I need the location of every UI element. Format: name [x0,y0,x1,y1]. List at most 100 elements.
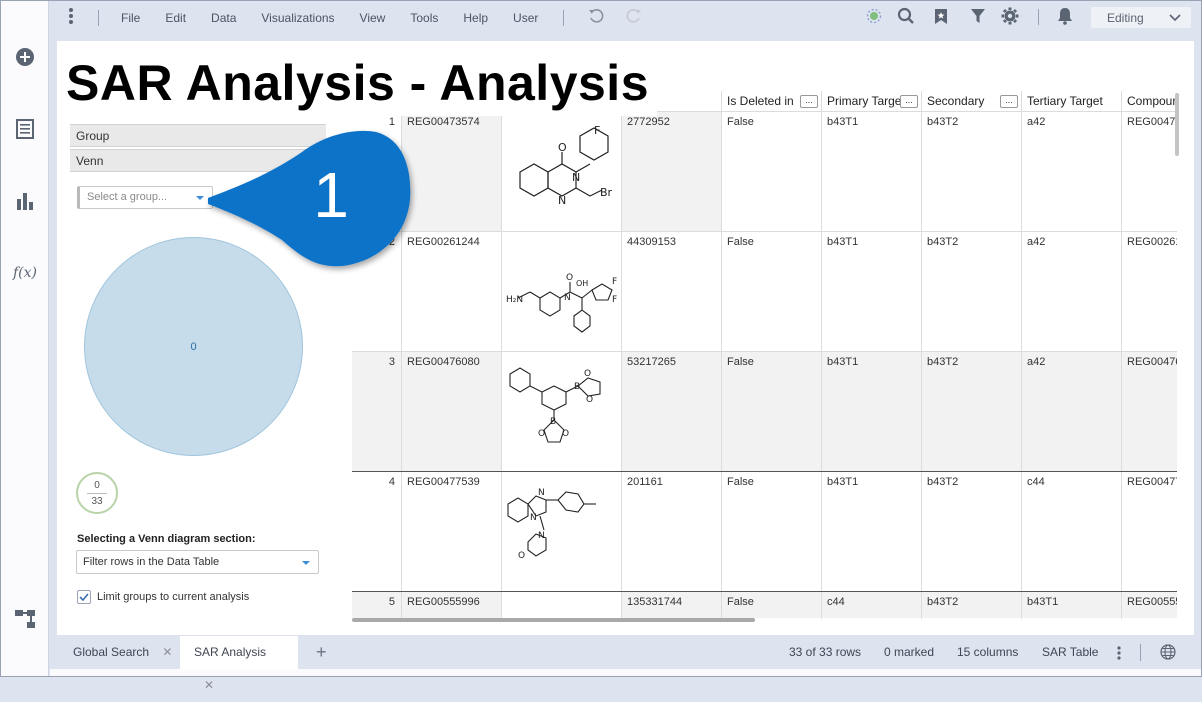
tertiary-target-cell[interactable]: c44 [1022,472,1122,592]
table-row[interactable]: 5 REG00555996 135331744 False c44 b43T2 … [352,591,1177,619]
add-circle-icon[interactable] [13,45,37,69]
menu-bar: File Edit Data Visualizations View Tools… [50,1,1201,34]
table-row[interactable]: 3 REG00476080 B O O B O O 53217265 False… [352,351,1177,472]
structure-cell[interactable]: N N N O [502,472,622,592]
secondary-cell[interactable]: b43T2 [922,112,1022,232]
function-icon[interactable]: f(x) [13,261,37,285]
is-deleted-cell[interactable]: False [722,112,822,232]
notification-bell-icon[interactable] [1055,6,1075,26]
id-cell[interactable]: 53217265 [622,352,722,472]
column-header-secondary[interactable]: Secondary... [922,91,1022,111]
column-header-is-deleted[interactable]: Is Deleted in... [722,91,822,111]
tertiary-target-cell[interactable]: a42 [1022,232,1122,352]
primary-target-cell[interactable]: c44 [822,592,922,619]
menu-visualizations[interactable]: Visualizations [261,11,334,25]
tab-global-search[interactable]: Global Search ✕ [63,636,182,669]
table-row[interactable]: 1 REG00473574 O N N Br F 2772952 False b… [352,111,1177,232]
row-index: 3 [352,352,402,472]
more-vertical-icon[interactable] [68,7,98,28]
tab-sar-analysis[interactable]: SAR Analysis ✕ [180,636,298,692]
svg-text:O: O [558,141,567,154]
tertiary-target-cell[interactable]: b43T1 [1022,592,1122,619]
structure-cell[interactable]: O N N Br F [502,112,622,232]
column-header-compound[interactable]: Compound [1122,91,1177,111]
column-menu-button[interactable]: ... [800,95,818,108]
svg-text:N: N [564,293,571,303]
bookmark-icon[interactable] [931,6,951,26]
compound-cell[interactable]: REG00555 [1122,592,1177,619]
secondary-cell[interactable]: b43T2 [922,472,1022,592]
column-menu-button[interactable]: ... [1000,95,1018,108]
ai-recommendations-icon[interactable] [864,6,884,26]
reg-id-cell[interactable]: REG00476080 [402,352,502,472]
id-cell[interactable]: 44309153 [622,232,722,352]
menu-data[interactable]: Data [211,11,236,25]
is-deleted-cell[interactable]: False [722,352,822,472]
secondary-cell[interactable]: b43T2 [922,232,1022,352]
primary-target-cell[interactable]: b43T1 [822,472,922,592]
id-cell[interactable]: 201161 [622,472,722,592]
secondary-cell[interactable]: b43T2 [922,592,1022,619]
gear-icon[interactable] [1000,6,1020,26]
structure-cell[interactable] [502,592,622,619]
globe-icon[interactable] [1160,644,1176,663]
table-row[interactable]: 4 REG00477539 N N N O 201161 False b43T1… [352,471,1177,592]
tertiary-target-cell[interactable]: a42 [1022,352,1122,472]
limit-groups-label: Limit groups to current analysis [97,591,250,603]
is-deleted-cell[interactable]: False [722,232,822,352]
primary-target-cell[interactable]: b43T1 [822,352,922,472]
menu-edit[interactable]: Edit [165,11,186,25]
limit-groups-checkbox[interactable] [77,590,91,604]
data-canvas-icon[interactable] [13,607,37,631]
column-header-tertiary-target[interactable]: Tertiary Target [1022,91,1122,111]
redo-icon[interactable] [626,8,642,27]
active-visualization[interactable]: SAR Table [1042,645,1098,659]
secondary-cell[interactable]: b43T2 [922,352,1022,472]
mode-dropdown[interactable]: Editing [1091,7,1191,28]
menu-file[interactable]: File [121,11,140,25]
add-tab-button[interactable]: + [306,636,337,669]
menu-user[interactable]: User [513,11,538,25]
horizontal-scrollbar[interactable] [352,618,755,622]
column-header-primary-target[interactable]: Primary Target... [822,91,922,111]
molecule-structure: H₂N O OH N F F [506,273,617,333]
menu-view[interactable]: View [360,11,386,25]
venn-action-select[interactable]: Filter rows in the Data Table [76,550,319,574]
svg-text:O: O [566,273,573,283]
molecule-structure: N N N O [507,488,596,561]
primary-target-cell[interactable]: b43T1 [822,112,922,232]
svg-text:H₂N: H₂N [506,295,523,305]
menu-help[interactable]: Help [463,11,488,25]
data-table-icon[interactable] [13,117,37,141]
close-icon[interactable]: ✕ [204,678,214,692]
vertical-scrollbar[interactable] [1175,93,1179,156]
id-cell[interactable]: 2772952 [622,112,722,232]
filter-icon[interactable] [968,6,988,26]
tertiary-target-cell[interactable]: a42 [1022,112,1122,232]
is-deleted-cell[interactable]: False [722,592,822,619]
compound-cell[interactable]: REG00476 [1122,352,1177,472]
column-menu-button[interactable]: ... [900,95,918,108]
search-icon[interactable] [896,6,916,26]
structure-cell[interactable]: H₂N O OH N F F [502,232,622,352]
undo-icon[interactable] [588,8,604,27]
marked-count: 0 marked [884,645,935,659]
page-title: SAR Analysis - Analysis [66,50,658,116]
close-icon[interactable]: ✕ [162,645,172,659]
compound-cell[interactable]: REG00477 [1122,472,1177,592]
bar-chart-icon[interactable] [13,189,37,213]
reg-id-cell[interactable]: REG00477539 [402,472,502,592]
structure-cell[interactable]: B O O B O O [502,352,622,472]
primary-target-cell[interactable]: b43T1 [822,232,922,352]
is-deleted-cell[interactable]: False [722,472,822,592]
menu-tools[interactable]: Tools [410,11,438,25]
limit-groups-row[interactable]: Limit groups to current analysis [77,590,249,604]
more-vertical-icon[interactable] [1116,645,1122,664]
compound-cell[interactable]: REG00261 [1122,232,1177,352]
reg-id-cell[interactable]: REG00555996 [402,592,502,619]
status-separator [1140,644,1141,661]
table-row[interactable]: 2 REG00261244 H₂N O OH N F F 44309153 Fa… [352,231,1177,352]
id-cell[interactable]: 135331744 [622,592,722,619]
compound-cell[interactable]: REG00473 [1122,112,1177,232]
group-select[interactable]: Select a group... [77,186,213,209]
